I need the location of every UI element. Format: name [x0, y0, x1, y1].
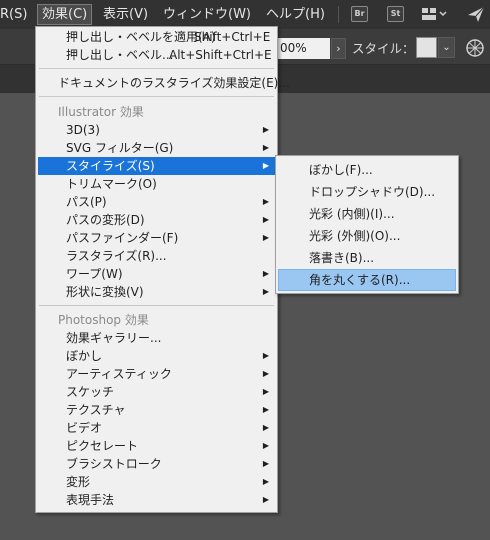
menu-item-stylize-ps[interactable]: 表現手法 ▶ — [38, 491, 275, 509]
submenu-arrow-icon: ▶ — [262, 197, 269, 206]
submenu-arrow-icon: ▶ — [262, 287, 269, 296]
menu-item-last-effect[interactable]: 押し出し・ベベル... Alt+Shift+Ctrl+E — [38, 46, 275, 64]
stylize-submenu: ぼかし(F)... ドロップシャドウ(D)... 光彩 (内側)(I)... 光… — [275, 155, 459, 294]
submenu-arrow-icon: ▶ — [262, 369, 269, 378]
submenu-arrow-icon: ▶ — [262, 215, 269, 224]
menu-item-texture[interactable]: テクスチャ ▶ — [38, 401, 275, 419]
submenu-arrow-icon: ▶ — [262, 405, 269, 414]
menu-separator — [39, 96, 274, 97]
menu-item-pixelate[interactable]: ピクセレート ▶ — [38, 437, 275, 455]
menu-window[interactable]: ウィンドウ(W) — [163, 4, 251, 25]
style-dropdown-icon[interactable]: ⌄ — [438, 37, 455, 58]
share-arrow-icon[interactable] — [467, 6, 485, 26]
menu-view[interactable]: 表示(V) — [103, 4, 148, 25]
menu-item-distort[interactable]: 変形 ▶ — [38, 473, 275, 491]
submenu-item-drop-shadow[interactable]: ドロップシャドウ(D)... — [278, 183, 456, 201]
menu-type-partial[interactable]: R(S) — [0, 4, 27, 25]
submenu-arrow-icon: ▶ — [262, 161, 269, 170]
menu-item-video[interactable]: ビデオ ▶ — [38, 419, 275, 437]
submenu-item-round-corners[interactable]: 角を丸くする(R)... — [278, 269, 456, 291]
menu-item-raster-settings[interactable]: ドキュメントのラスタライズ効果設定(E)... — [38, 74, 290, 92]
submenu-arrow-icon: ▶ — [262, 269, 269, 278]
stock-icon[interactable]: St — [387, 6, 404, 22]
submenu-arrow-icon: ▶ — [262, 233, 269, 242]
submenu-arrow-icon: ▶ — [262, 125, 269, 134]
menu-effect[interactable]: 効果(C) — [37, 4, 93, 25]
menu-item-pathfinder[interactable]: パスファインダー(F) ▶ — [38, 229, 275, 247]
submenu-arrow-icon: ▶ — [262, 495, 269, 504]
menubar-divider — [338, 6, 339, 23]
submenu-arrow-icon: ▶ — [262, 351, 269, 360]
menu-item-effect-gallery[interactable]: 効果ギャラリー... — [38, 329, 275, 347]
submenu-item-scribble[interactable]: 落書き(B)... — [278, 249, 456, 267]
menu-item-sketch[interactable]: スケッチ ▶ — [38, 383, 275, 401]
menu-item-blur[interactable]: ぼかし ▶ — [38, 347, 275, 365]
menu-item-apply-last-effect[interactable]: 押し出し・ベベルを適用(A) Shift+Ctrl+E — [38, 28, 275, 46]
illustrator-effects-header: Illustrator 効果 — [58, 105, 144, 119]
menu-item-trim-marks[interactable]: トリムマーク(O) — [38, 175, 275, 193]
menu-separator — [39, 305, 274, 306]
menu-help[interactable]: ヘルプ(H) — [266, 4, 325, 25]
menu-item-stylize[interactable]: スタイライズ(S) ▶ — [38, 157, 275, 175]
opacity-input[interactable]: 00% — [276, 38, 330, 59]
menu-item-3d[interactable]: 3D(3) ▶ — [38, 121, 275, 139]
submenu-arrow-icon: ▶ — [262, 143, 269, 152]
menu-item-brush-strokes[interactable]: ブラシストローク ▶ — [38, 455, 275, 473]
shortcut-text: Alt+Shift+Ctrl+E — [169, 48, 272, 62]
menu-item-convert-to-shape[interactable]: 形状に変換(V) ▶ — [38, 283, 275, 301]
submenu-arrow-icon: ▶ — [262, 423, 269, 432]
menu-bar: R(S) 効果(C) 表示(V) ウィンドウ(W) ヘルプ(H) Br St — [0, 0, 490, 29]
menu-item-rasterize[interactable]: ラスタライズ(R)... — [38, 247, 275, 265]
style-label: スタイル： — [352, 41, 415, 56]
submenu-item-feather[interactable]: ぼかし(F)... — [278, 161, 456, 179]
menu-item-distort-transform[interactable]: パスの変形(D) ▶ — [38, 211, 275, 229]
shortcut-text: Shift+Ctrl+E — [194, 30, 271, 44]
photoshop-effects-header: Photoshop 効果 — [58, 313, 149, 327]
bridge-icon[interactable]: Br — [351, 6, 368, 22]
menu-item-svg-filter[interactable]: SVG フィルター(G) ▶ — [38, 139, 275, 157]
menu-item-label: 押し出し・ベベル... — [66, 48, 174, 62]
submenu-arrow-icon: ▶ — [262, 387, 269, 396]
globe-icon[interactable] — [465, 38, 485, 61]
style-swatch[interactable] — [416, 37, 437, 58]
workspace-layout-icon[interactable] — [422, 8, 448, 24]
submenu-arrow-icon: ▶ — [262, 441, 269, 450]
submenu-item-outer-glow[interactable]: 光彩 (外側)(O)... — [278, 227, 456, 245]
opacity-arrow-icon[interactable]: › — [331, 38, 346, 59]
menu-item-label: ドキュメントのラスタライズ効果設定(E)... — [58, 76, 290, 90]
menu-item-artistic[interactable]: アーティスティック ▶ — [38, 365, 275, 383]
submenu-item-inner-glow[interactable]: 光彩 (内側)(I)... — [278, 205, 456, 223]
menu-separator — [39, 68, 274, 69]
submenu-arrow-icon: ▶ — [262, 459, 269, 468]
submenu-arrow-icon: ▶ — [262, 477, 269, 486]
effect-menu: 押し出し・ベベルを適用(A) Shift+Ctrl+E 押し出し・ベベル... … — [35, 26, 290, 513]
menu-item-warp[interactable]: ワープ(W) ▶ — [38, 265, 275, 283]
menu-item-path[interactable]: パス(P) ▶ — [38, 193, 275, 211]
